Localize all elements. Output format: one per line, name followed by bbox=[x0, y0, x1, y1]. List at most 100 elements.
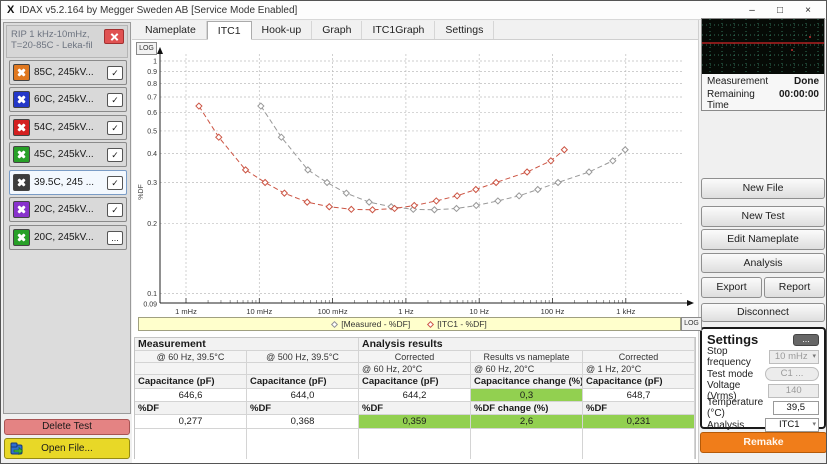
test-color-icon bbox=[13, 174, 30, 191]
remake-button[interactable]: Remake bbox=[700, 432, 827, 453]
meas-condition-2: @ 500 Hz, 39.5°C bbox=[247, 351, 359, 363]
chevron-down-icon: ▾ bbox=[812, 419, 816, 431]
svg-text:0.7: 0.7 bbox=[147, 94, 157, 101]
test-item-label: 54C, 245kV... bbox=[34, 122, 103, 133]
remaining-time-value: 00:00:00 bbox=[779, 89, 819, 111]
empty-cell bbox=[583, 429, 695, 459]
stop-frequency-select[interactable]: 10 mHz▾ bbox=[769, 350, 819, 364]
df-value: 0,277 bbox=[135, 415, 247, 429]
svg-text:0.8: 0.8 bbox=[147, 81, 157, 88]
new-test-button[interactable]: New Test bbox=[701, 206, 825, 227]
minimize-icon[interactable]: – bbox=[738, 5, 766, 16]
settings-more-button[interactable]: ... bbox=[793, 334, 819, 346]
test-checkbox[interactable]: ✓ bbox=[107, 176, 123, 190]
test-color-icon bbox=[13, 229, 30, 246]
df-label: %DF bbox=[583, 402, 695, 415]
test-checkbox[interactable]: ✓ bbox=[107, 121, 123, 135]
test-mode-button[interactable]: C1 ... bbox=[765, 367, 819, 381]
test-item-39-5c[interactable]: 39.5C, 245 ... ✓ bbox=[9, 170, 127, 195]
measurement-label: Measurement bbox=[707, 76, 768, 87]
tab-nameplate[interactable]: Nameplate bbox=[135, 21, 207, 39]
svg-text:1 Hz: 1 Hz bbox=[398, 307, 414, 316]
new-file-button[interactable]: New File bbox=[701, 178, 825, 199]
test-list-panel: RIP 1 kHz-10mHz, T=20-85C - Leka-fil 85C… bbox=[3, 22, 131, 414]
temperature-input[interactable]: 39,5 bbox=[773, 401, 819, 415]
svg-text:1: 1 bbox=[153, 59, 157, 66]
test-color-icon bbox=[13, 201, 30, 218]
analysis-button[interactable]: Analysis bbox=[701, 253, 825, 273]
test-item-label: 20C, 245kV... bbox=[34, 232, 103, 243]
tab-graph[interactable]: Graph bbox=[312, 21, 362, 39]
edit-nameplate-button[interactable]: Edit Nameplate bbox=[701, 229, 825, 250]
test-item-label: 45C, 245kV... bbox=[34, 149, 103, 160]
test-item-label: 85C, 245kV... bbox=[34, 67, 103, 78]
meas-condition-1: @ 60 Hz, 39.5°C bbox=[135, 351, 247, 363]
empty-cell bbox=[359, 429, 471, 459]
y-axis-log-toggle-button[interactable]: LOG bbox=[136, 42, 157, 55]
delete-test-button[interactable]: Delete Test bbox=[4, 419, 130, 435]
measurement-status-box: Measurement Done Remaining Time 00:00:00 bbox=[701, 18, 825, 111]
tab-bar: Nameplate ITC1 Hook-up Graph ITC1Graph S… bbox=[132, 21, 698, 40]
stop-frequency-row: Stop frequency 10 mHz▾ bbox=[707, 349, 819, 365]
empty-cell bbox=[247, 429, 359, 459]
cap-value: 644,2 bbox=[359, 389, 471, 402]
report-button[interactable]: Report bbox=[764, 277, 825, 298]
analysis-kind-3: Corrected bbox=[583, 351, 695, 363]
svg-text:100 mHz: 100 mHz bbox=[318, 307, 348, 316]
test-item-20c-a[interactable]: 20C, 245kV... ✓ bbox=[9, 197, 127, 222]
legend-label: [Measured - %DF] bbox=[341, 319, 410, 329]
test-item-60c[interactable]: 60C, 245kV... ✓ bbox=[9, 87, 127, 112]
x-axis-log-toggle-button[interactable]: LOG bbox=[681, 317, 702, 331]
df-change-label: %DF change (%) bbox=[471, 402, 583, 415]
test-item-85c[interactable]: 85C, 245kV... ✓ bbox=[9, 60, 127, 85]
measurement-section-title: Measurement bbox=[135, 338, 359, 351]
legend-label: [ITC1 - %DF] bbox=[437, 319, 487, 329]
maximize-icon[interactable]: □ bbox=[766, 5, 794, 16]
empty-cell bbox=[471, 429, 583, 459]
svg-text:0.4: 0.4 bbox=[147, 151, 157, 158]
chart-plot-area: 10.90.80.70.60.50.40.30.20.10.091 mHz10 … bbox=[134, 40, 696, 317]
itc1-series-marker-icon bbox=[427, 320, 434, 327]
cap-value: 644,0 bbox=[247, 389, 359, 402]
tab-settings[interactable]: Settings bbox=[435, 21, 494, 39]
svg-text:100 Hz: 100 Hz bbox=[541, 307, 565, 316]
main-area: Nameplate ITC1 Hook-up Graph ITC1Graph S… bbox=[132, 21, 698, 464]
remaining-time-label: Remaining Time bbox=[707, 89, 779, 111]
export-button[interactable]: Export bbox=[701, 277, 762, 298]
disconnect-button[interactable]: Disconnect bbox=[701, 303, 825, 322]
svg-text:0.09: 0.09 bbox=[143, 302, 157, 309]
svg-text:10 Hz: 10 Hz bbox=[469, 307, 489, 316]
tab-itc1[interactable]: ITC1 bbox=[207, 21, 252, 40]
test-checkbox[interactable]: ✓ bbox=[107, 203, 123, 217]
cap-change-value: 0,3 bbox=[471, 389, 583, 402]
open-file-button[interactable]: Open File... bbox=[4, 438, 130, 459]
svg-text:0.6: 0.6 bbox=[147, 110, 157, 117]
test-item-20c-b[interactable]: 20C, 245kV... ... bbox=[9, 225, 127, 250]
cap-value: 646,6 bbox=[135, 389, 247, 402]
cap-value: 648,7 bbox=[583, 389, 695, 402]
remaining-time-row: Remaining Time 00:00:00 bbox=[702, 87, 824, 111]
voltage-input[interactable]: 140 bbox=[768, 384, 819, 398]
tab-hook-up[interactable]: Hook-up bbox=[252, 21, 313, 39]
analysis-sub-1: @ 60 Hz, 20°C bbox=[359, 363, 471, 375]
empty-cell bbox=[135, 429, 247, 459]
test-checkbox[interactable]: ✓ bbox=[107, 66, 123, 80]
test-checkbox[interactable]: ✓ bbox=[107, 93, 123, 107]
signal-monitor-display bbox=[702, 19, 824, 74]
test-item-54c[interactable]: 54C, 245kV... ✓ bbox=[9, 115, 127, 140]
svg-text:1 kHz: 1 kHz bbox=[616, 307, 635, 316]
svg-text:1 mHz: 1 mHz bbox=[175, 307, 197, 316]
open-file-label: Open File... bbox=[41, 443, 93, 454]
test-color-icon bbox=[13, 91, 30, 108]
close-icon[interactable]: × bbox=[794, 5, 822, 16]
legend-entry-measured: [Measured - %DF] bbox=[332, 319, 410, 329]
test-item-45c[interactable]: 45C, 245kV... ✓ bbox=[9, 142, 127, 167]
analysis-select[interactable]: ITC1▾ bbox=[765, 418, 819, 432]
df-value: 0,359 bbox=[359, 415, 471, 429]
legend-entry-itc1: [ITC1 - %DF] bbox=[428, 319, 487, 329]
close-file-button[interactable] bbox=[104, 29, 124, 44]
tab-itc1graph[interactable]: ITC1Graph bbox=[362, 21, 435, 39]
test-checkbox[interactable]: ... bbox=[107, 231, 123, 245]
svg-text:0.1: 0.1 bbox=[147, 291, 157, 298]
test-checkbox[interactable]: ✓ bbox=[107, 148, 123, 162]
